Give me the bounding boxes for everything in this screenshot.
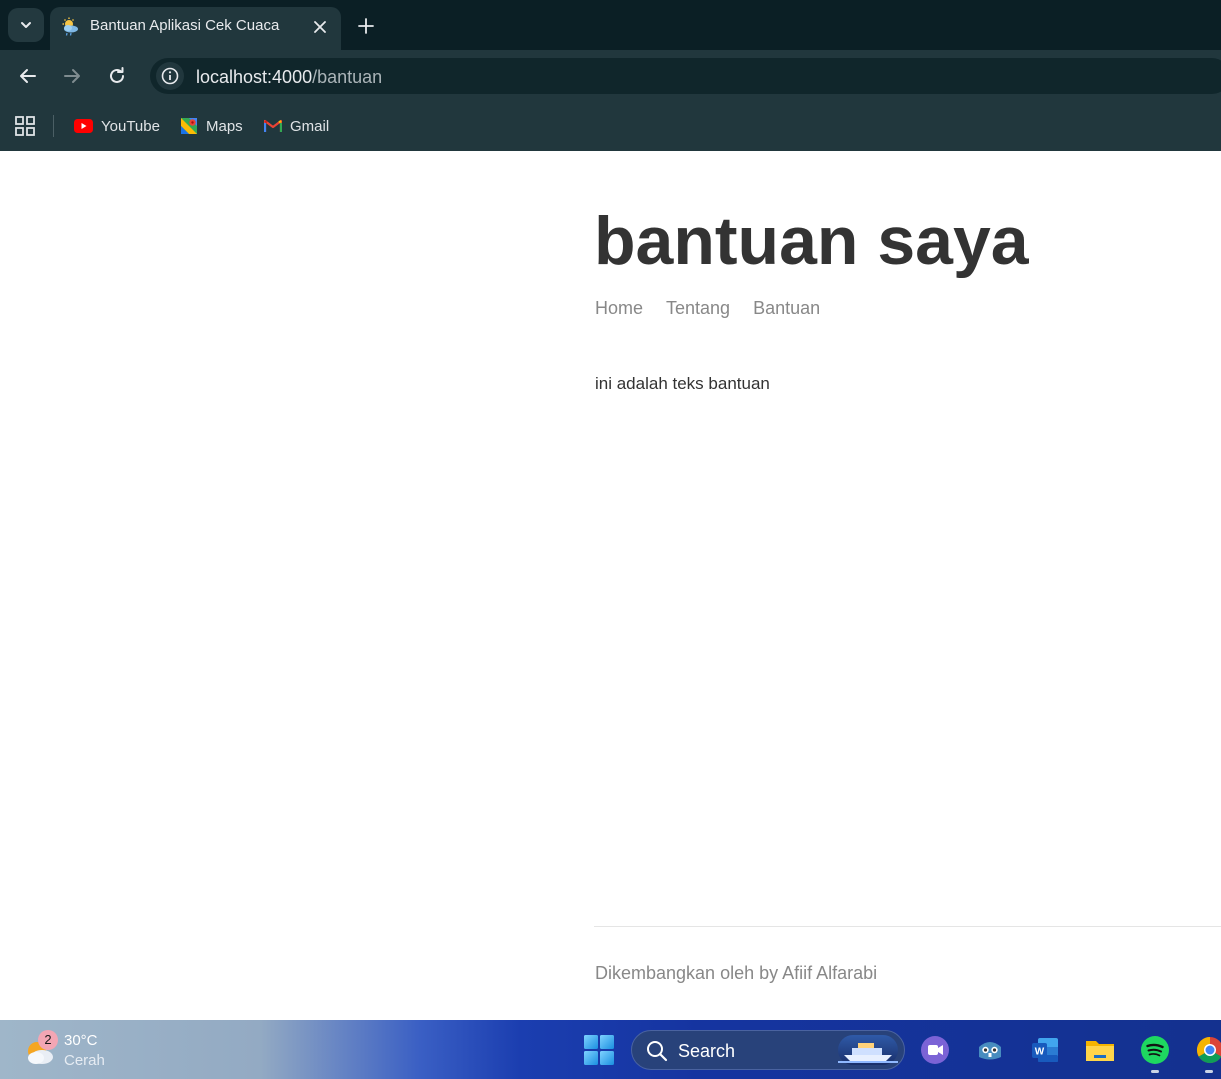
maps-icon [181, 118, 197, 134]
search-icon [647, 1041, 668, 1062]
nav-link-home[interactable]: Home [595, 298, 643, 319]
taskbar-app-chrome[interactable] [1193, 1033, 1221, 1067]
tab-close-button[interactable] [308, 15, 332, 39]
gmail-icon [264, 119, 282, 132]
bookmarks-divider [53, 115, 54, 137]
weather-sun-cloud-icon [62, 17, 78, 36]
url-path: /bantuan [312, 67, 383, 87]
search-highlight-image [838, 1035, 898, 1065]
browser-toolbar: localhost:4000/bantuan [0, 50, 1221, 101]
arrow-right-icon [64, 69, 80, 83]
taskbar-app-spotify[interactable] [1138, 1033, 1172, 1067]
help-text: ini adalah teks bantuan [595, 374, 770, 393]
taskbar-app-godot[interactable] [973, 1033, 1007, 1067]
reload-icon [110, 67, 124, 83]
weather-widget[interactable]: 2 30°C Cerah [24, 1028, 144, 1072]
bookmark-label: Gmail [290, 117, 330, 135]
meet-icon [921, 1036, 949, 1064]
tab-strip: Bantuan Aplikasi Cek Cuaca [0, 0, 1221, 50]
page-title: bantuan saya [594, 203, 1029, 279]
bookmark-maps[interactable]: Maps [180, 113, 243, 139]
bookmark-youtube[interactable]: YouTube [74, 113, 160, 139]
ship-illustration-icon [838, 1043, 898, 1063]
forward-button[interactable] [58, 62, 86, 90]
start-icon[interactable] [583, 1034, 615, 1066]
plus-icon [358, 18, 374, 34]
info-icon [161, 67, 179, 85]
godot-icon [979, 1042, 1001, 1060]
chrome-icon [1196, 1036, 1221, 1064]
bookmark-label: Maps [206, 117, 243, 135]
site-info-button[interactable] [156, 62, 184, 90]
tab-search-button[interactable] [8, 8, 44, 42]
reload-button[interactable] [103, 62, 131, 90]
taskbar-app-meet[interactable] [918, 1033, 952, 1067]
weather-condition: Cerah [64, 1052, 105, 1069]
taskbar: 2 30°C Cerah Search W [0, 1020, 1221, 1079]
new-tab-button[interactable] [352, 12, 380, 40]
back-button[interactable] [14, 62, 42, 90]
taskbar-search[interactable]: Search [631, 1030, 905, 1070]
arrow-left-icon [20, 69, 36, 83]
weather-temperature: 30°C [64, 1032, 98, 1049]
address-bar[interactable]: localhost:4000/bantuan [150, 58, 1221, 94]
taskbar-app-word[interactable]: W [1028, 1033, 1062, 1067]
url-text[interactable]: localhost:4000/bantuan [196, 67, 382, 87]
svg-text:W: W [1035, 1047, 1045, 1058]
bookmark-label: YouTube [101, 117, 160, 135]
page-viewport: bantuan saya Home Tentang Bantuan ini ad… [0, 151, 1221, 1020]
taskbar-app-file-explorer[interactable] [1083, 1033, 1117, 1067]
nav-link-bantuan[interactable]: Bantuan [753, 298, 820, 319]
search-label: Search [678, 1041, 736, 1061]
file-explorer-icon [1086, 1041, 1114, 1061]
spotify-running-indicator [1151, 1070, 1159, 1073]
tab-title: Bantuan Aplikasi Cek Cuaca [90, 17, 280, 34]
bookmarks-bar: YouTube Maps Gmail [0, 101, 1221, 151]
chevron-down-icon [21, 22, 31, 28]
bookmark-gmail[interactable]: Gmail [264, 113, 329, 139]
nav-link-tentang[interactable]: Tentang [666, 298, 730, 319]
active-tab[interactable]: Bantuan Aplikasi Cek Cuaca [50, 7, 341, 50]
footer-text: Dikembangkan oleh by Afiif Alfarabi [595, 963, 878, 983]
word-icon: W [1032, 1038, 1058, 1062]
spotify-icon [1141, 1036, 1169, 1064]
site-nav: Home Tentang Bantuan [595, 298, 820, 319]
apps-grid-icon[interactable] [14, 115, 36, 137]
youtube-icon [74, 119, 93, 133]
chrome-running-indicator [1205, 1070, 1213, 1073]
close-icon [314, 21, 326, 33]
footer-divider [594, 926, 1221, 927]
url-host: localhost:4000 [196, 67, 313, 87]
notification-badge: 2 [38, 1030, 58, 1050]
